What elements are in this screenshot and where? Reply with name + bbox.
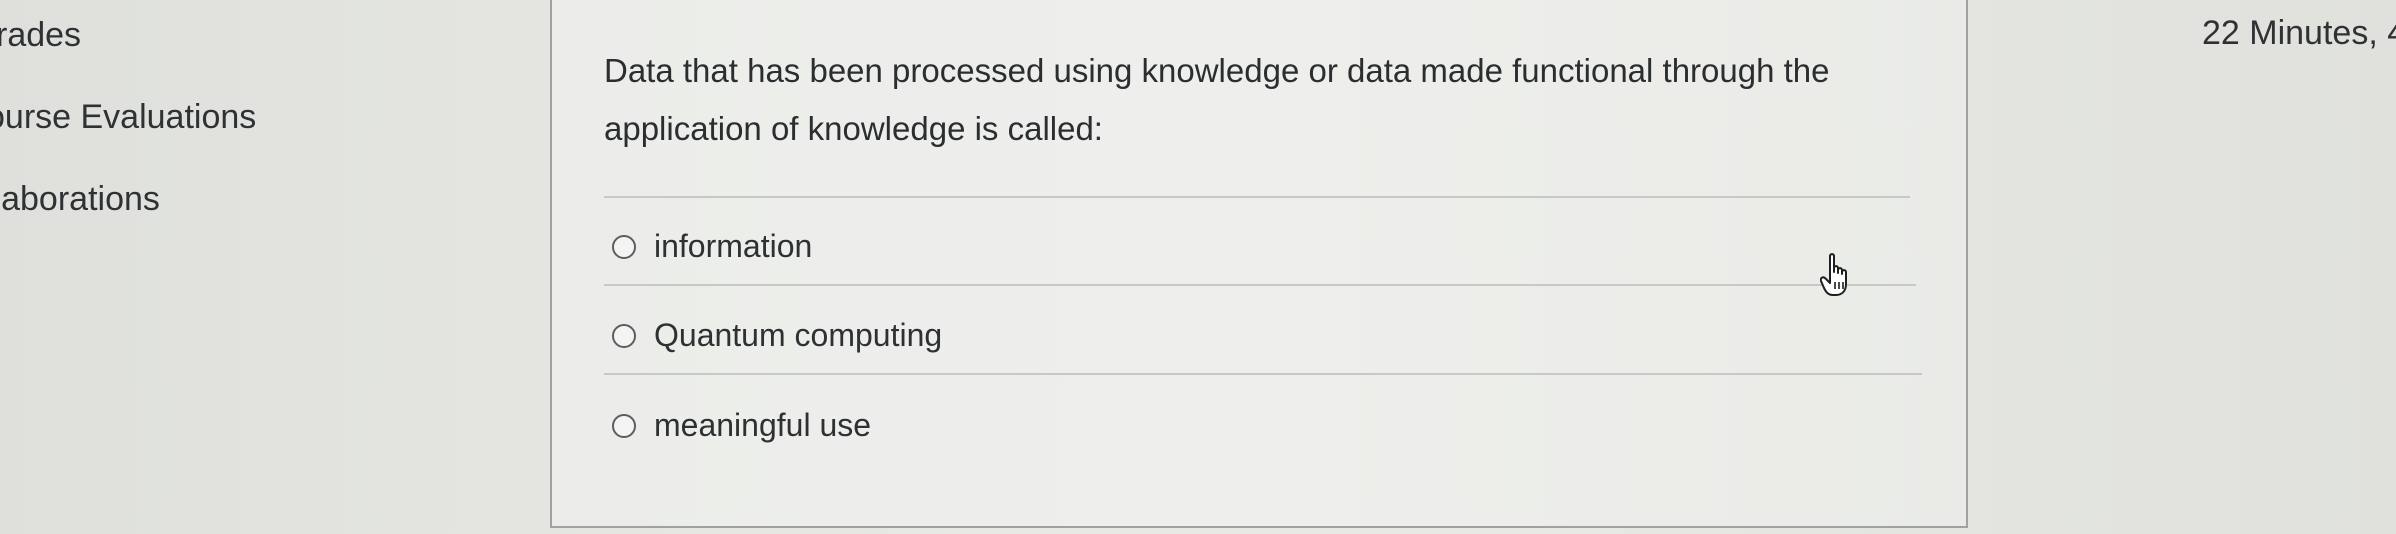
course-navigation: rades ourse Evaluations llaborations <box>0 0 540 534</box>
time-remaining: 22 Minutes, 4 <box>2202 14 2396 52</box>
radio-button[interactable] <box>612 234 636 259</box>
answer-divider <box>604 284 1916 286</box>
nav-item-grades[interactable]: rades <box>0 16 81 55</box>
answer-divider <box>604 196 1910 198</box>
answer-option-information[interactable]: information <box>612 228 812 265</box>
answer-label: information <box>654 228 813 264</box>
quiz-page: rades ourse Evaluations llaborations Dat… <box>0 0 2396 534</box>
question-text-line-2: application of knowledge is called: <box>604 110 1103 147</box>
question-text-line-1: Data that has been processed using knowl… <box>604 52 1830 89</box>
answer-label: Quantum computing <box>654 317 943 353</box>
radio-button[interactable] <box>612 323 636 348</box>
nav-item-collaborations[interactable]: llaborations <box>0 180 160 219</box>
answer-divider <box>604 373 1922 375</box>
question-card: Data that has been processed using knowl… <box>550 0 1968 528</box>
question-text: Data that has been processed using knowl… <box>604 42 1924 158</box>
nav-item-course-evaluations[interactable]: ourse Evaluations <box>0 98 256 137</box>
answer-option-meaningful-use[interactable]: meaningful use <box>612 407 871 444</box>
answer-label: meaningful use <box>654 407 872 443</box>
radio-button[interactable] <box>612 413 636 438</box>
answer-option-quantum-computing[interactable]: Quantum computing <box>612 317 942 354</box>
hand-pointer-icon <box>1820 253 1847 296</box>
